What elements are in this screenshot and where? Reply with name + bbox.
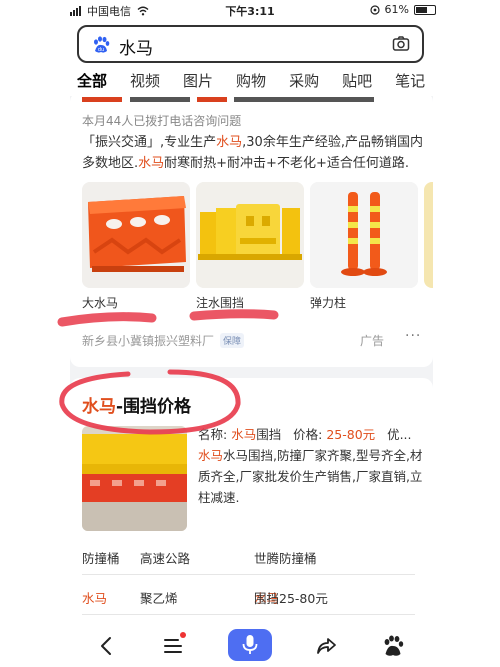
tab-all[interactable]: 全部 [77, 70, 107, 96]
tab-procurement[interactable]: 采购 [289, 70, 319, 96]
gallery-item-flex-post[interactable]: 弹力柱 [310, 182, 418, 311]
share-icon[interactable] [314, 633, 340, 659]
guarantee-badge: 保障 [220, 333, 245, 348]
gallery-item-big-barrier[interactable]: 大水马 [82, 182, 190, 311]
ad-result-card[interactable]: 本月44人已拨打电话咨询问题 「振兴交通」,专业生产水马,30余年生产经验,产品… [70, 96, 433, 367]
advertiser-name: 新乡县小冀镇振兴塑料厂 [82, 334, 215, 348]
search-input[interactable]: 水马 [119, 34, 153, 59]
divider [82, 574, 415, 575]
price-result-card[interactable]: 水马-围挡价格 名称: 水马围挡 价格: 25-80元 优... 水马水马围挡,… [70, 378, 433, 621]
tab-notes[interactable]: 笔记 [395, 70, 425, 96]
ad-description: 「振兴交通」,专业生产水马,30余年生产经验,产品畅销国内多数地区.水马耐寒耐热… [82, 135, 423, 171]
back-icon[interactable] [94, 633, 120, 659]
result-thumbnail[interactable] [82, 426, 187, 531]
tab-video[interactable]: 视频 [130, 70, 160, 96]
voice-search-button[interactable] [228, 629, 272, 661]
notification-dot [180, 632, 186, 638]
baidu-paw-icon[interactable] [380, 633, 406, 659]
bottom-nav [0, 623, 500, 667]
flex-post-image [310, 182, 418, 288]
svg-text:du: du [98, 47, 104, 53]
divider [82, 614, 415, 615]
baidu-paw-icon: du [94, 36, 110, 53]
tab-images[interactable]: 图片 [183, 70, 213, 96]
product-gallery[interactable]: 大水马 注水围挡 弹力柱 [82, 182, 433, 312]
search-tabs: 全部 视频 图片 购物 采购 贴吧 笔记 [77, 70, 437, 96]
gallery-item-water-barrier[interactable]: 注水围挡 [196, 182, 304, 311]
orientation-lock-icon [369, 4, 380, 15]
consult-count: 本月44人已拨打电话咨询问题 [82, 114, 242, 128]
gallery-caption: 大水马 [82, 296, 119, 310]
status-right: 61% [369, 3, 436, 16]
results-feed[interactable]: 本月44人已拨打电话咨询问题 「振兴交通」,专业生产水马,30余年生产经验,产品… [70, 96, 433, 621]
advertiser[interactable]: 新乡县小冀镇振兴塑料厂 保障 [82, 332, 245, 349]
barrier-image [82, 182, 190, 288]
ad-title-cut [82, 96, 412, 102]
gallery-caption: 弹力柱 [310, 296, 347, 310]
search-box[interactable]: du 水马 [77, 25, 424, 63]
tab-shopping[interactable]: 购物 [236, 70, 266, 96]
mic-icon [242, 635, 258, 654]
result-title[interactable]: 水马-围挡价格 [82, 392, 191, 417]
more-options-icon[interactable]: ··· [405, 328, 421, 344]
battery-icon [414, 4, 436, 15]
battery-percent: 61% [384, 3, 409, 16]
gallery-item-partial[interactable] [424, 182, 433, 288]
gallery-caption: 注水围挡 [196, 296, 245, 310]
result-summary: 名称: 水马围挡 价格: 25-80元 优... 水马水马围挡,防撞厂家齐聚,型… [198, 427, 423, 505]
status-bar: 中国电信 下午3:11 61% [0, 0, 500, 20]
camera-icon[interactable] [392, 35, 410, 53]
ad-label: 广告 [360, 334, 385, 348]
water-barrier-image [196, 182, 304, 288]
tab-tieba[interactable]: 贴吧 [342, 70, 372, 96]
